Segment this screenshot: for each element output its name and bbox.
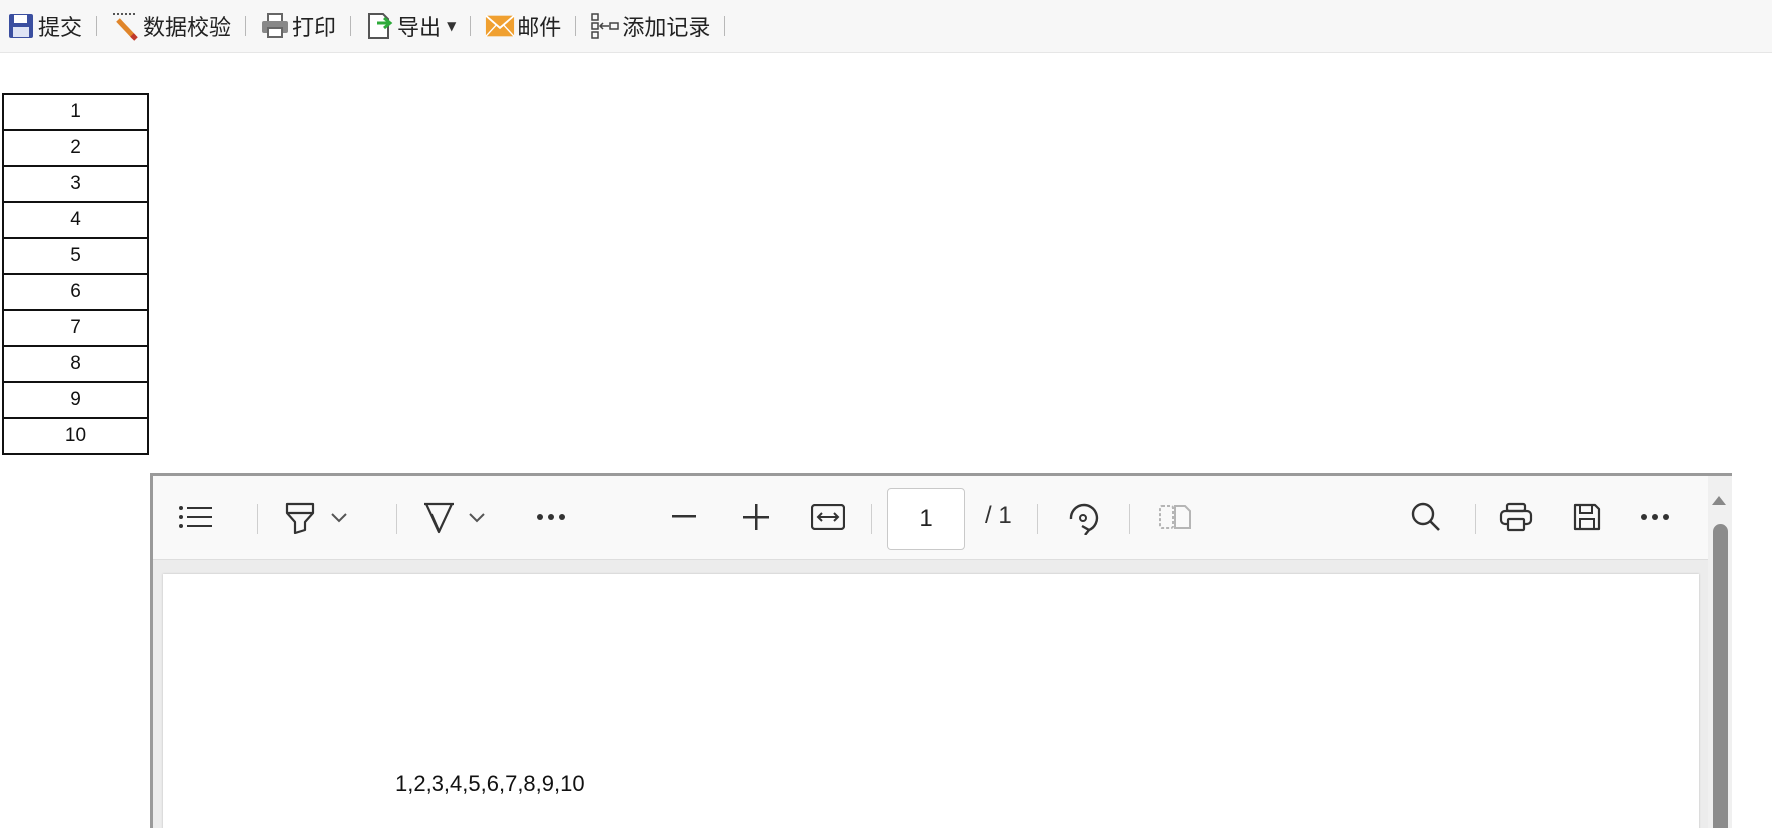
scrollbar-thumb[interactable] [1713, 524, 1728, 828]
export-button[interactable]: 导出 ▼ [363, 9, 458, 43]
table-row: 3 [2, 165, 149, 203]
print-label: 打印 [292, 16, 337, 41]
table-row: 8 [2, 345, 149, 383]
page-total: / 1 [985, 502, 1012, 529]
rotate-icon[interactable] [1063, 498, 1103, 536]
zoom-out-icon[interactable] [669, 498, 699, 536]
chevron-down-icon[interactable] [463, 498, 491, 536]
table-row: 5 [2, 237, 149, 275]
more-options-icon[interactable] [1637, 498, 1673, 536]
toolbar-divider [724, 16, 726, 36]
vertical-scrollbar[interactable] [1708, 476, 1732, 828]
grid-cell[interactable]: 10 [2, 417, 149, 455]
grid-cell[interactable]: 8 [2, 345, 149, 383]
zoom-in-icon[interactable] [741, 498, 771, 536]
toolbar-divider [96, 16, 98, 36]
grid-cell[interactable]: 3 [2, 165, 149, 203]
print-button[interactable]: 打印 [258, 9, 338, 43]
printer-icon[interactable] [1497, 498, 1535, 536]
add-record-button[interactable]: 添加记录 [588, 9, 712, 43]
search-icon[interactable] [1409, 498, 1443, 536]
table-row: 2 [2, 129, 149, 167]
toolbar-divider [470, 16, 472, 36]
report-toolbar: 提交 数据校验 打印 导出 ▼ 邮件 添加记录 [0, 0, 1772, 53]
export-icon [365, 11, 395, 41]
draw-icon[interactable] [419, 498, 459, 536]
page-content-text: 1,2,3,4,5,6,7,8,9,10 [395, 771, 585, 796]
pdf-viewer: 1 / 1 1,2,3,4,5,6,7,8,9,10 [150, 473, 1732, 828]
toolbar-divider [1475, 504, 1476, 534]
number-grid: 1 2 3 4 5 6 7 8 9 10 [2, 93, 149, 455]
table-row: 4 [2, 201, 149, 239]
toolbar-divider [871, 504, 872, 534]
submit-button[interactable]: 提交 [4, 9, 84, 43]
grid-cell[interactable]: 7 [2, 309, 149, 347]
save-icon [6, 11, 36, 41]
table-row: 6 [2, 273, 149, 311]
printer-icon [260, 11, 290, 41]
toolbar-divider [350, 16, 352, 36]
toolbar-divider [245, 16, 247, 36]
chevron-down-icon[interactable] [325, 498, 353, 536]
export-label: 导出 [397, 16, 442, 41]
grid-cell[interactable]: 6 [2, 273, 149, 311]
mail-label: 邮件 [517, 16, 562, 41]
grid-cell[interactable]: 1 [2, 93, 149, 131]
toolbar-divider [1037, 504, 1038, 534]
chevron-down-icon: ▼ [447, 19, 457, 33]
fit-width-icon[interactable] [809, 498, 847, 536]
envelope-icon [485, 11, 515, 41]
grid-cell[interactable]: 4 [2, 201, 149, 239]
toolbar-divider [257, 504, 258, 534]
validate-label: 数据校验 [143, 16, 232, 41]
page-number-input[interactable]: 1 [887, 488, 965, 550]
pdf-toolbar: 1 / 1 [153, 476, 1708, 560]
table-row: 1 [2, 93, 149, 131]
table-row: 10 [2, 417, 149, 455]
mail-button[interactable]: 邮件 [483, 9, 563, 43]
more-tools-icon[interactable] [533, 498, 569, 536]
toolbar-divider [1129, 504, 1130, 534]
toolbar-divider [575, 16, 577, 36]
contents-icon[interactable] [175, 498, 217, 536]
validate-button[interactable]: 数据校验 [109, 9, 233, 43]
submit-label: 提交 [38, 16, 83, 41]
save-icon[interactable] [1569, 498, 1605, 536]
grid-cell[interactable]: 5 [2, 237, 149, 275]
scroll-up-arrow-icon[interactable] [1712, 496, 1726, 505]
highlighter-icon[interactable] [281, 498, 319, 536]
pdf-page: 1,2,3,4,5,6,7,8,9,10 [163, 574, 1699, 828]
grid-cell[interactable]: 9 [2, 381, 149, 419]
add-record-label: 添加记录 [622, 16, 711, 41]
table-row: 7 [2, 309, 149, 347]
add-record-icon [590, 11, 620, 41]
pencil-check-icon [111, 11, 141, 41]
grid-cell[interactable]: 2 [2, 129, 149, 167]
two-page-view-icon[interactable] [1155, 498, 1195, 536]
table-row: 9 [2, 381, 149, 419]
toolbar-divider [396, 504, 397, 534]
